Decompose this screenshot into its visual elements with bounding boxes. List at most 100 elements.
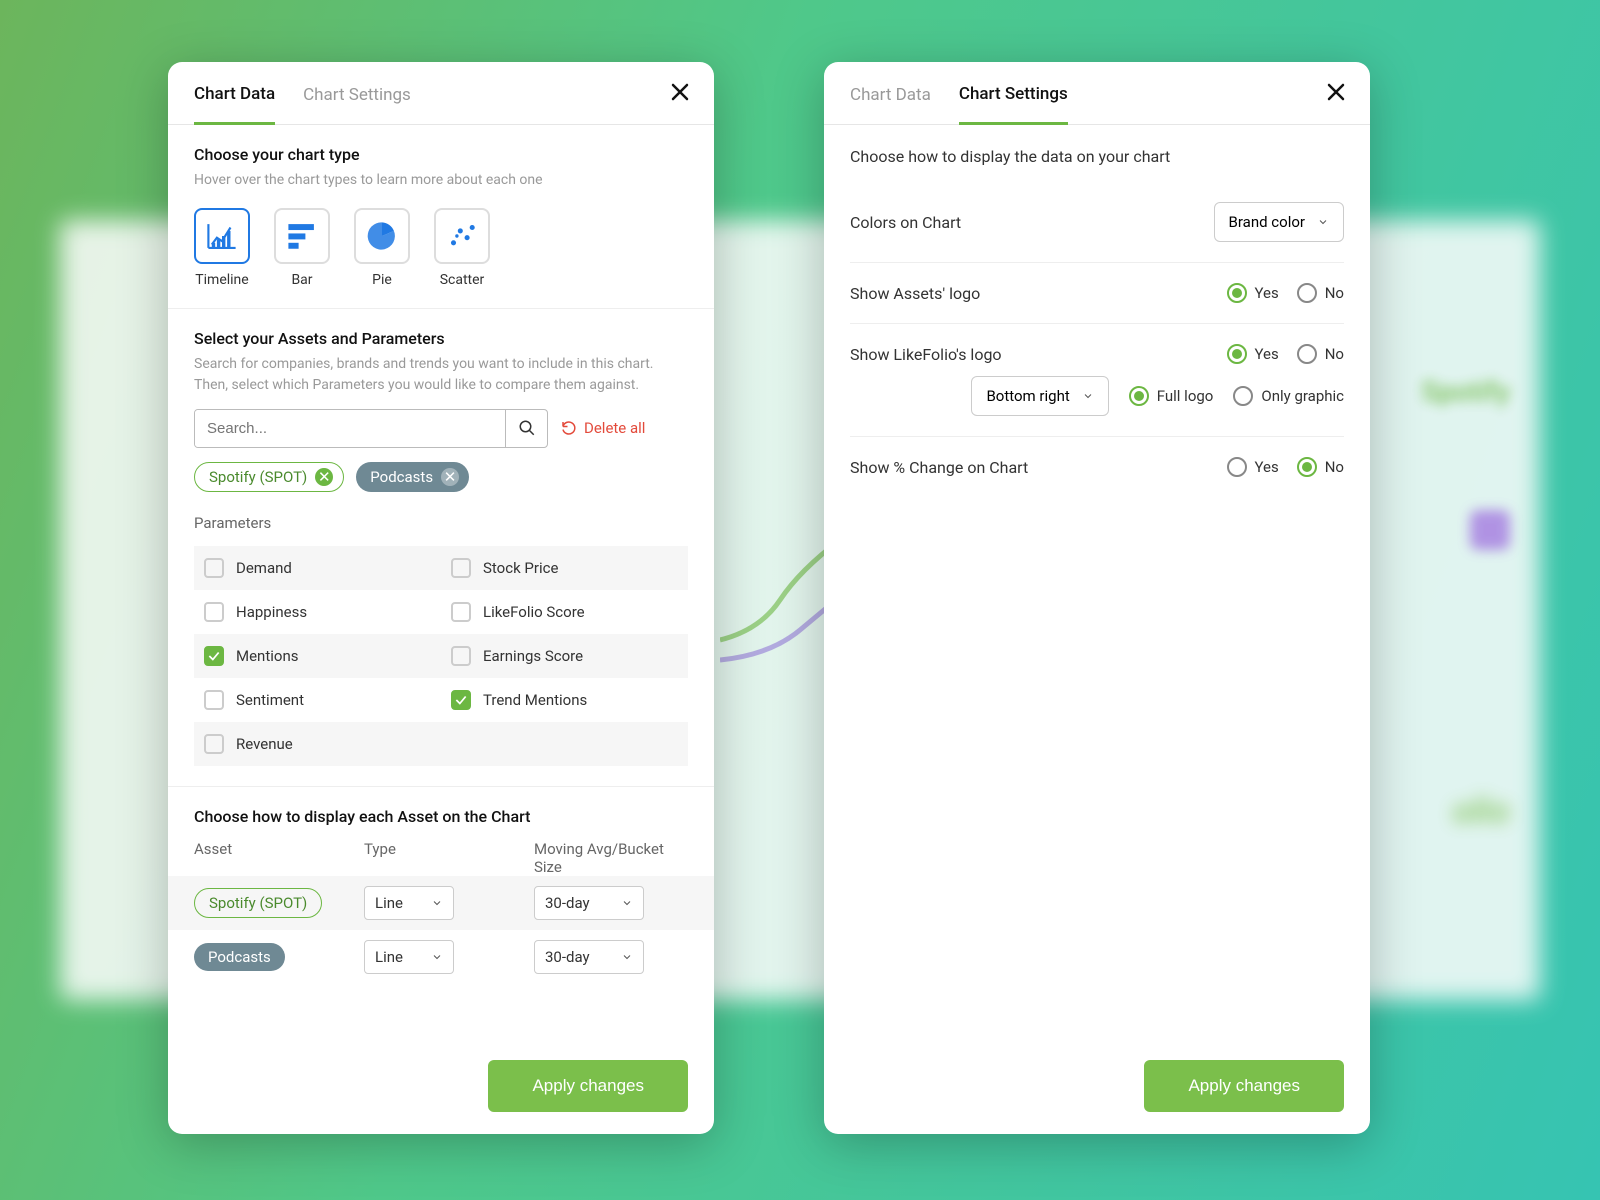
chip-remove-icon[interactable]: ✕ — [315, 468, 333, 486]
chip-spotify: Spotify (SPOT) ✕ — [194, 462, 344, 492]
tab-chart-settings[interactable]: Chart Settings — [959, 84, 1068, 125]
radio-full-logo[interactable]: Full logo — [1129, 386, 1214, 406]
assets-hint: Search for companies, brands and trends … — [194, 354, 688, 395]
assets-logo-label: Show Assets' logo — [850, 284, 980, 303]
radio-pct-no[interactable]: No — [1297, 457, 1344, 477]
radio-assets-logo-no[interactable]: No — [1297, 283, 1344, 303]
colors-label: Colors on Chart — [850, 213, 961, 232]
param-label: Sentiment — [236, 691, 304, 709]
type-select[interactable]: Line — [364, 886, 454, 920]
modal-footer: Apply changes — [824, 1038, 1370, 1134]
setting-row-pct-change: Show % Change on Chart Yes No — [850, 437, 1344, 497]
lf-position-dropdown[interactable]: Bottom right — [971, 376, 1108, 416]
chip-remove-icon[interactable]: ✕ — [441, 468, 459, 486]
display-row-spotify: Spotify (SPOT) Line 30-day — [168, 876, 714, 930]
setting-row-lf-logo: Show LikeFolio's logo Yes No — [850, 324, 1344, 376]
chip-label: Podcasts — [370, 468, 433, 486]
close-icon[interactable] — [668, 80, 692, 104]
modal-footer: Apply changes — [168, 1038, 714, 1134]
checkbox-sentiment[interactable] — [204, 690, 224, 710]
search-box — [194, 409, 548, 448]
modal-body: Choose how to display the data on your c… — [824, 125, 1370, 1038]
parameters-grid: Demand Stock Price Happiness LikeFolio S… — [194, 546, 688, 766]
chevron-down-icon — [1317, 216, 1329, 228]
background-likefolio-label: olio — [1452, 790, 1510, 832]
chart-type-pie[interactable]: Pie — [354, 208, 410, 288]
header-bucket: Moving Avg/Bucket Size — [534, 840, 688, 876]
settings-section: Choose how to display the data on your c… — [824, 125, 1370, 517]
bar-icon — [274, 208, 330, 264]
tab-bar: Chart Data Chart Settings — [168, 62, 714, 125]
checkbox-mentions[interactable] — [204, 646, 224, 666]
type-select[interactable]: Line — [364, 940, 454, 974]
chip-label: Spotify (SPOT) — [209, 468, 307, 486]
radio-pct-yes[interactable]: Yes — [1227, 457, 1279, 477]
tab-chart-settings[interactable]: Chart Settings — [303, 85, 411, 123]
setting-row-lf-logo-options: Bottom right Full logo Only graphic — [850, 376, 1344, 437]
chart-type-title: Choose your chart type — [194, 145, 688, 164]
checkbox-stock-price[interactable] — [451, 558, 471, 578]
delete-all-label: Delete all — [584, 419, 645, 437]
param-label: Happiness — [236, 603, 307, 621]
chevron-down-icon — [621, 951, 633, 963]
header-type: Type — [364, 840, 534, 876]
checkbox-earnings-score[interactable] — [451, 646, 471, 666]
scatter-icon — [434, 208, 490, 264]
pct-label: Show % Change on Chart — [850, 458, 1028, 477]
checkbox-likefolio-score[interactable] — [451, 602, 471, 622]
chart-type-scatter[interactable]: Scatter — [434, 208, 490, 288]
param-label: LikeFolio Score — [483, 603, 585, 621]
display-section: Choose how to display each Asset on the … — [168, 786, 714, 1004]
search-button[interactable] — [505, 410, 547, 447]
bucket-select[interactable]: 30-day — [534, 886, 644, 920]
chevron-down-icon — [431, 897, 443, 909]
asset-chips: Spotify (SPOT) ✕ Podcasts ✕ — [194, 462, 688, 492]
radio-assets-logo-yes[interactable]: Yes — [1227, 283, 1279, 303]
colors-dropdown[interactable]: Brand color — [1214, 202, 1344, 242]
search-input[interactable] — [195, 410, 505, 447]
chart-type-label: Timeline — [195, 272, 248, 288]
radio-only-graphic[interactable]: Only graphic — [1233, 386, 1344, 406]
apply-button[interactable]: Apply changes — [1144, 1060, 1344, 1112]
chart-type-section: Choose your chart type Hover over the ch… — [168, 125, 714, 308]
header-asset: Asset — [194, 840, 364, 876]
assets-section: Select your Assets and Parameters Search… — [168, 308, 714, 786]
close-icon[interactable] — [1324, 80, 1348, 104]
checkbox-revenue[interactable] — [204, 734, 224, 754]
display-title: Choose how to display each Asset on the … — [194, 807, 688, 826]
chart-type-timeline[interactable]: Timeline — [194, 208, 250, 288]
checkbox-happiness[interactable] — [204, 602, 224, 622]
assets-title: Select your Assets and Parameters — [194, 329, 688, 348]
param-label: Mentions — [236, 647, 298, 665]
timeline-icon — [194, 208, 250, 264]
asset-pill-podcasts: Podcasts — [194, 943, 285, 971]
delete-all-button[interactable]: Delete all — [560, 419, 645, 437]
background-podcast-tile — [1470, 510, 1510, 550]
checkbox-demand[interactable] — [204, 558, 224, 578]
parameters-title: Parameters — [194, 514, 688, 532]
modal-body: Choose your chart type Hover over the ch… — [168, 125, 714, 1038]
search-icon — [518, 419, 536, 437]
chart-type-bar[interactable]: Bar — [274, 208, 330, 288]
lf-logo-label: Show LikeFolio's logo — [850, 345, 1002, 364]
chart-type-label: Bar — [291, 272, 312, 288]
tab-chart-data[interactable]: Chart Data — [194, 84, 275, 125]
checkbox-trend-mentions[interactable] — [451, 690, 471, 710]
settings-title: Choose how to display the data on your c… — [850, 145, 1344, 168]
apply-button[interactable]: Apply changes — [488, 1060, 688, 1112]
asset-pill-spotify: Spotify (SPOT) — [194, 888, 322, 918]
chart-type-label: Scatter — [440, 272, 485, 288]
radio-lf-logo-yes[interactable]: Yes — [1227, 344, 1279, 364]
tab-bar: Chart Data Chart Settings — [824, 62, 1370, 125]
display-headers: Asset Type Moving Avg/Bucket Size — [194, 840, 688, 876]
param-label: Trend Mentions — [483, 691, 587, 709]
display-row-podcasts: Podcasts Line 30-day — [194, 930, 688, 984]
bucket-select[interactable]: 30-day — [534, 940, 644, 974]
setting-row-assets-logo: Show Assets' logo Yes No — [850, 263, 1344, 324]
tab-chart-data[interactable]: Chart Data — [850, 85, 931, 123]
setting-row-colors: Colors on Chart Brand color — [850, 182, 1344, 263]
chevron-down-icon — [431, 951, 443, 963]
radio-lf-logo-no[interactable]: No — [1297, 344, 1344, 364]
pie-icon — [354, 208, 410, 264]
param-label: Demand — [236, 559, 292, 577]
